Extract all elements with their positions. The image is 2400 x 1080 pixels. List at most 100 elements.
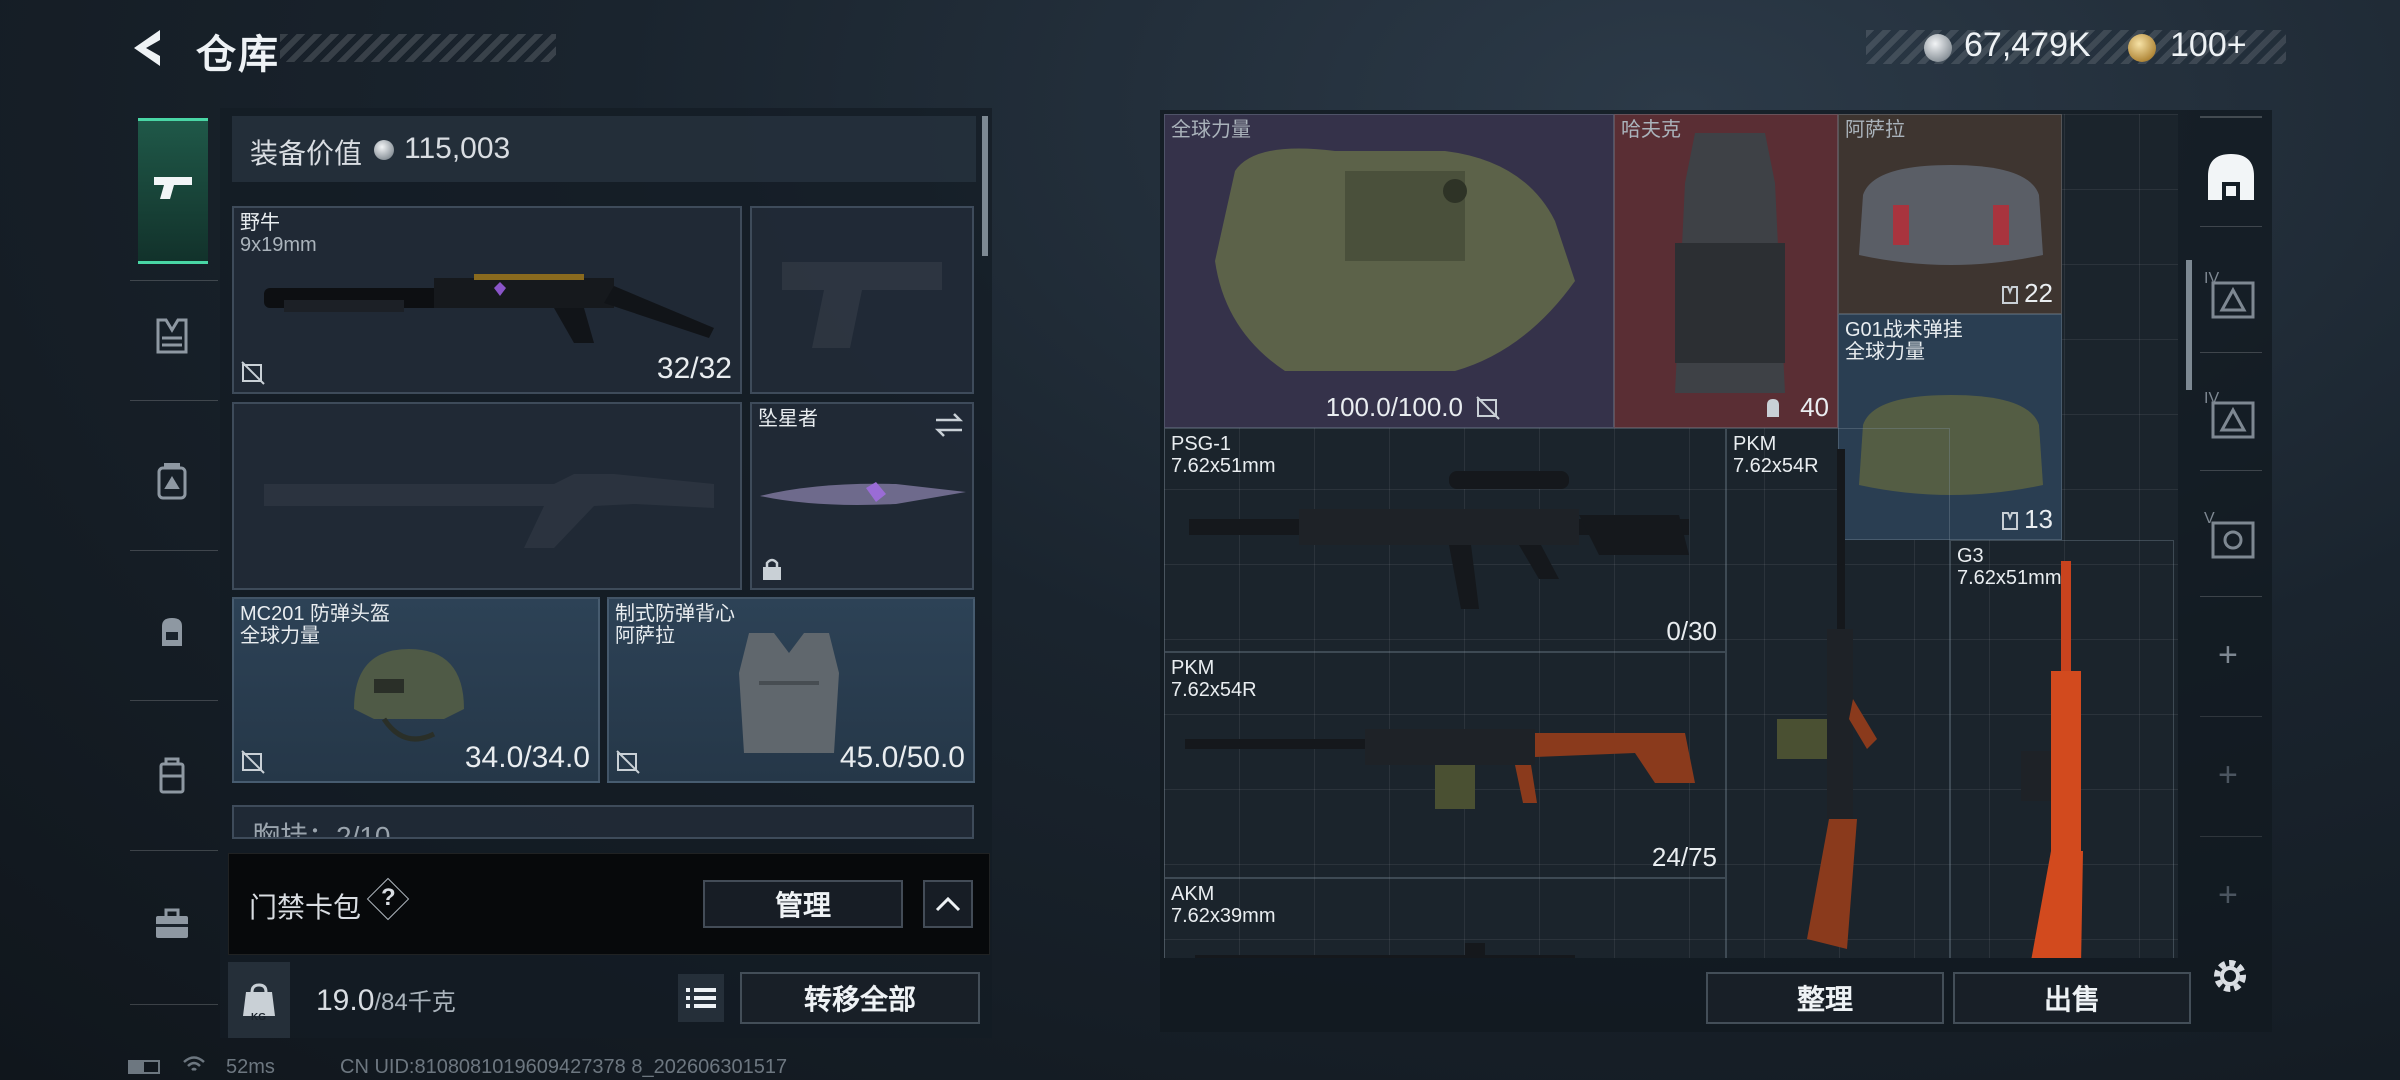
equipment-value: 115,003 [404, 132, 511, 165]
item-maker: 全球力量 [1845, 341, 1925, 363]
armor-maker: 阿萨拉 [615, 625, 675, 647]
add-stash-tab-button[interactable]: + [2218, 636, 2238, 675]
chest-rig-icon[interactable] [152, 316, 192, 356]
user-uid: CN UID:8108081019609427378 8_20260630151… [340, 1056, 788, 1078]
armor-name: 制式防弹背心 [615, 603, 735, 625]
item-name: 阿萨拉 [1845, 119, 1905, 141]
melee-name: 坠星者 [758, 408, 818, 430]
add-stash-tab-button-disabled: + [2218, 756, 2238, 794]
backpack-capacity-icon [1767, 399, 1779, 417]
swap-icon[interactable] [934, 412, 964, 438]
collapse-button[interactable] [923, 880, 973, 928]
pistol-placeholder-icon [782, 262, 942, 348]
weight-capacity: /84千克 [374, 989, 456, 1016]
stash-item-akm[interactable]: AKM 7.62x39mm [1164, 878, 1726, 958]
tab-divider [2200, 470, 2262, 471]
item-name: PKM [1171, 657, 1215, 679]
sniper-rifle-image [1189, 471, 1689, 609]
pistol-slot[interactable] [750, 206, 974, 394]
helmet-maker: 全球力量 [240, 625, 320, 647]
sort-button[interactable]: 整理 [1706, 972, 1944, 1024]
melee-slot[interactable]: 坠星者 [750, 402, 974, 590]
stash-item-bag[interactable]: 阿萨拉 22 [1838, 114, 2062, 314]
item-ammo: 0/30 [1666, 616, 1717, 646]
toolbox-icon[interactable] [152, 904, 192, 944]
gold-currency-value[interactable]: 100+ [2170, 26, 2247, 65]
case-icon[interactable] [152, 756, 192, 796]
chest-rig-label: 胸挂：2/10 [252, 821, 391, 839]
weight-current: 19.0 [316, 984, 375, 1017]
tab-divider [130, 280, 218, 281]
chevron-up-icon [935, 896, 961, 912]
stash-home-icon[interactable] [2204, 150, 2258, 204]
vest-image [1215, 148, 1575, 371]
uninsured-icon [241, 750, 265, 774]
tab-divider [130, 550, 218, 551]
item-durability: 100.0/100.0 [1325, 392, 1463, 422]
knife-image [760, 482, 966, 505]
lock-icon [763, 558, 781, 580]
stash-item-backpack[interactable]: 哈夫克 40 [1614, 114, 1838, 428]
silver-coin-icon [374, 140, 394, 160]
sell-button[interactable]: 出售 [1953, 972, 2191, 1024]
item-capacity: 13 [2024, 504, 2053, 534]
tab-divider [130, 700, 218, 701]
tab-divider [130, 850, 218, 851]
rig-capacity-icon [2002, 512, 2018, 530]
duffel-bag-image [1859, 165, 2043, 265]
stash-item-pkm-vertical[interactable]: PKM 7.62x54R [1726, 428, 1950, 958]
armor-slot[interactable]: 制式防弹背心 阿萨拉 45.0/50.0 [607, 597, 975, 783]
stash-tab-4a[interactable]: IV [2204, 270, 2258, 324]
gold-coin-icon [2128, 34, 2156, 62]
stash-scrollbar[interactable] [2186, 260, 2192, 390]
uninsured-icon [1476, 396, 1500, 420]
helmet-slot[interactable]: MC201 防弹头盔 全球力量 34.0/34.0 [232, 597, 600, 783]
primary-weapon-slot[interactable]: 野牛 9x19mm 32/32 [232, 206, 742, 394]
stash-tab-5[interactable]: V [2204, 510, 2258, 564]
stash-item-vest[interactable]: 全球力量 100.0/100.0 [1164, 114, 1614, 428]
ping-value: 52ms [226, 1056, 275, 1078]
chest-rig-row[interactable]: 胸挂：2/10 [232, 805, 974, 839]
stash-item-psg1[interactable]: PSG-1 7.62x51mm 0/30 [1164, 428, 1726, 652]
secondary-weapon-slot[interactable] [232, 402, 742, 590]
silver-currency-value: 67,479K [1964, 26, 2091, 64]
machine-gun-image [1777, 449, 1877, 949]
transfer-all-button[interactable]: 转移全部 [740, 972, 980, 1024]
storage-case-icon [2211, 281, 2255, 319]
list-view-button[interactable] [678, 974, 724, 1022]
battery-icon [128, 1060, 160, 1074]
equipment-value-bar: 装备价值 115,003 [232, 116, 976, 182]
wifi-icon [183, 1056, 205, 1071]
gear-icon[interactable] [2208, 954, 2252, 998]
stash-item-pkm[interactable]: PKM 7.62x54R 24/75 [1164, 652, 1726, 878]
rig-capacity-icon [2002, 286, 2018, 304]
smg-weapon-image [264, 274, 714, 343]
helmet-name: MC201 防弹头盔 [240, 603, 391, 625]
weight-unit-badge: KG [251, 1012, 266, 1023]
scrollbar[interactable] [982, 116, 988, 256]
item-capacity: 40 [1800, 392, 1829, 422]
item-name: G01战术弹挂 [1845, 319, 1963, 341]
armor-durability: 45.0/50.0 [839, 741, 965, 774]
weapon-name: 野牛 [240, 212, 280, 234]
stash-tab-4b[interactable]: IV [2204, 390, 2258, 444]
safe-box-icon [2211, 521, 2255, 559]
machine-gun-image [1185, 729, 1695, 809]
armor-vest-icon[interactable] [152, 462, 192, 502]
tab-divider [130, 400, 218, 401]
manage-button[interactable]: 管理 [703, 880, 903, 928]
rifle-image [1195, 943, 1575, 958]
weapon-ammo-count: 32/32 [656, 352, 732, 385]
back-arrow-icon[interactable] [126, 26, 170, 70]
keycard-label: 门禁卡包 [249, 892, 362, 923]
help-icon[interactable]: ? [381, 884, 396, 912]
rifle-image [2021, 561, 2083, 958]
tab-divider [2200, 596, 2262, 597]
helmet-durability: 34.0/34.0 [464, 741, 590, 774]
backpack-image [1675, 133, 1785, 393]
stash-item-g3[interactable]: G3 7.62x51mm [1950, 540, 2174, 958]
weight-icon-box: KG [228, 962, 290, 1038]
uninsured-icon [616, 750, 640, 774]
tab-weapons[interactable] [138, 118, 208, 264]
backpack-icon[interactable] [152, 612, 192, 652]
